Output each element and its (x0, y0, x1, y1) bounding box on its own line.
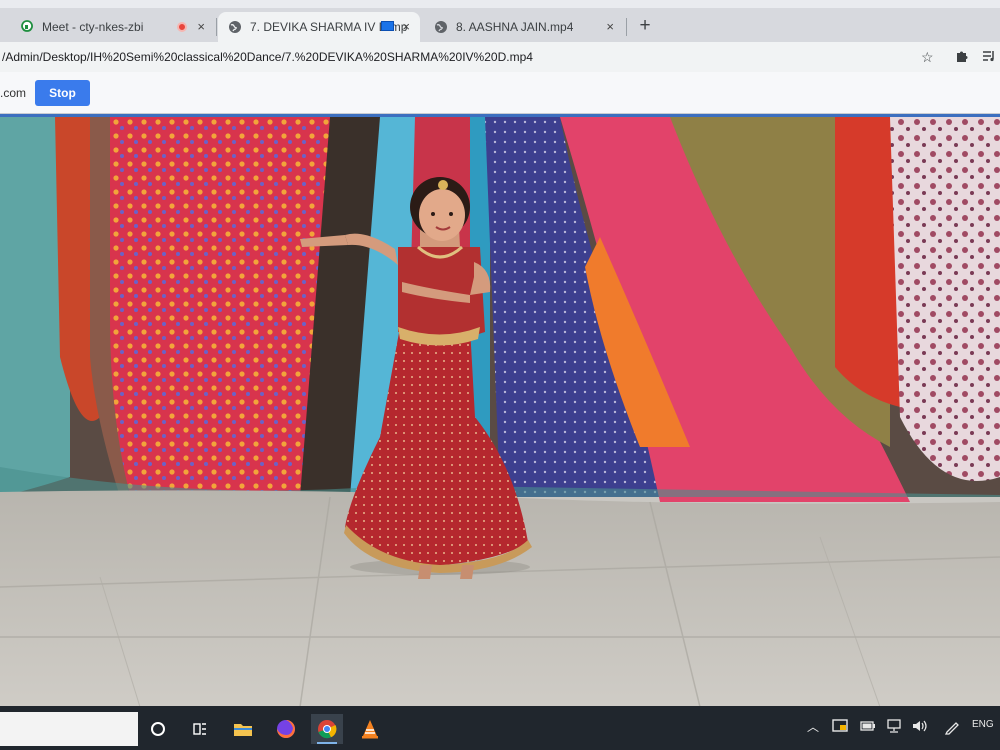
screen-share-indicator-icon (381, 21, 394, 31)
globe-icon (229, 21, 241, 33)
new-tab-button[interactable]: + (634, 14, 656, 38)
file-explorer-icon[interactable] (227, 714, 259, 744)
close-tab-icon[interactable]: × (197, 19, 205, 35)
network-icon[interactable] (886, 719, 902, 733)
task-view-icon[interactable] (184, 714, 216, 744)
recording-indicator-icon (177, 22, 187, 32)
star-icon[interactable]: ☆ (921, 48, 934, 66)
chrome-icon[interactable] (311, 714, 343, 744)
tab-meet[interactable]: Meet - cty-nkes-zbi × (10, 12, 215, 42)
tab-strip: Meet - cty-nkes-zbi × 7. DEVIKA SHARMA I… (0, 8, 1000, 42)
address-bar[interactable]: /Admin/Desktop/IH%20Semi%20classical%20D… (0, 44, 905, 70)
tab-devika-sharma[interactable]: 7. DEVIKA SHARMA IV D.mp × (218, 12, 420, 42)
taskbar: ︿ ENG (0, 706, 1000, 750)
url-text: /Admin/Desktop/IH%20Semi%20classical%20D… (2, 50, 533, 64)
battery-icon[interactable] (860, 721, 876, 731)
tab-title: Meet - cty-nkes-zbi (42, 20, 144, 34)
stop-sharing-button[interactable]: Stop (35, 80, 90, 106)
chevron-up-icon[interactable]: ︿ (807, 718, 819, 736)
vlc-icon[interactable] (354, 714, 386, 744)
tab-divider (626, 18, 627, 36)
tab-title: 8. AASHNA JAIN.mp4 (456, 20, 574, 34)
firefox-icon[interactable] (270, 714, 302, 744)
video-player[interactable] (0, 117, 1000, 707)
tab-aashna-jain[interactable]: 8. AASHNA JAIN.mp4 × (424, 12, 624, 42)
browser-toolbar: /Admin/Desktop/IH%20Semi%20classical%20D… (0, 42, 1000, 72)
meet-present-icon[interactable] (832, 719, 848, 733)
share-domain-text: .com (0, 86, 27, 100)
tab-divider (216, 18, 217, 36)
screen-share-bar: .com Stop (0, 72, 1000, 114)
pen-icon[interactable] (944, 719, 960, 735)
video-frame (0, 117, 1000, 707)
close-tab-icon[interactable]: × (606, 19, 614, 35)
volume-icon[interactable] (912, 719, 928, 733)
language-indicator[interactable]: ENG (972, 719, 994, 730)
media-control-icon[interactable] (982, 50, 996, 62)
close-tab-icon[interactable]: × (402, 19, 410, 35)
globe-icon (435, 21, 447, 33)
cortana-icon[interactable] (142, 714, 174, 744)
desktop-screen: Meet - cty-nkes-zbi × 7. DEVIKA SHARMA I… (0, 0, 1000, 750)
google-meet-icon (21, 20, 33, 32)
extensions-icon[interactable] (955, 49, 969, 63)
taskbar-search-box[interactable] (0, 712, 138, 746)
